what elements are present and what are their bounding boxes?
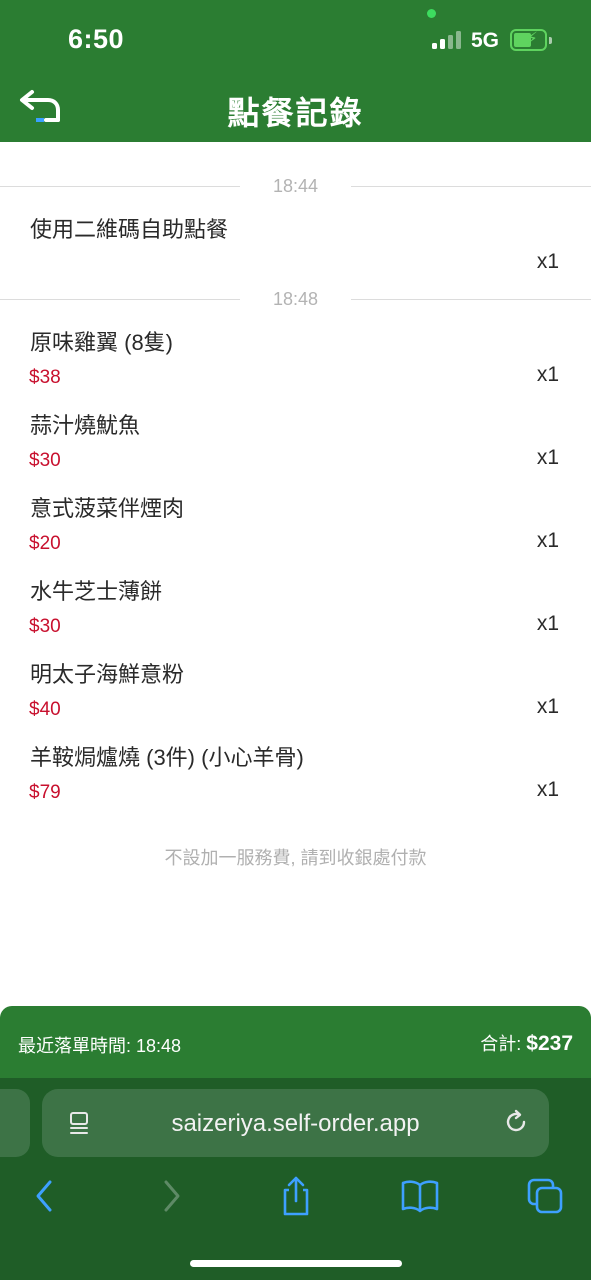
- item-quantity: x1: [536, 363, 559, 386]
- order-item[interactable]: 明太子海鮮意粉 $40 x1: [0, 657, 591, 737]
- order-item[interactable]: 原味雞翼 (8隻) $38 x1: [0, 325, 591, 405]
- item-price: $38: [29, 367, 61, 388]
- item-name: 水牛芝士薄餅: [30, 579, 163, 604]
- previous-tab-peek[interactable]: [0, 1089, 30, 1157]
- item-name: 蒜汁燒魷魚: [30, 413, 141, 438]
- time-divider: 18:44: [0, 174, 591, 198]
- item-name: 使用二維碼自助點餐: [30, 217, 229, 242]
- network-type: 5G: [471, 29, 500, 52]
- share-icon[interactable]: [274, 1174, 318, 1218]
- order-summary-bar: 最近落單時間: 18:48 合計: $237: [0, 1006, 591, 1078]
- item-quantity: x1: [536, 695, 559, 718]
- address-bar[interactable]: saizeriya.self-order.app: [42, 1089, 549, 1157]
- order-item[interactable]: 水牛芝士薄餅 $30 x1: [0, 574, 591, 654]
- url-text: saizeriya.self-order.app: [171, 1110, 420, 1137]
- item-quantity: x1: [536, 612, 559, 635]
- app-header: 點餐記錄: [0, 72, 591, 142]
- item-name: 意式菠菜伴煙肉: [30, 496, 185, 521]
- item-quantity: x1: [536, 778, 559, 801]
- chevron-right-icon[interactable]: [150, 1174, 194, 1218]
- order-item[interactable]: 意式菠菜伴煙肉 $20 x1: [0, 491, 591, 571]
- item-price: $79: [29, 782, 61, 803]
- total-value: $237: [526, 1032, 573, 1055]
- status-time: 6:50: [68, 24, 125, 54]
- last-order-time: 最近落單時間: 18:48: [18, 1036, 182, 1056]
- camera-indicator-dot: [427, 9, 436, 18]
- browser-toolbar: saizeriya.self-order.app: [0, 1078, 591, 1280]
- item-price: $30: [29, 616, 61, 637]
- tabs-icon[interactable]: [524, 1174, 568, 1218]
- chevron-left-icon[interactable]: [22, 1174, 66, 1218]
- battery-charging-icon: ⚡: [510, 29, 552, 51]
- page-title: 點餐記錄: [227, 95, 364, 131]
- item-price: $20: [29, 533, 61, 554]
- service-charge-note: 不設加一服務費, 請到收銀處付款: [164, 848, 427, 868]
- browser-nav-bar: [0, 1174, 591, 1224]
- item-name: 羊鞍焗爐燒 (3件) (小心羊骨): [30, 745, 304, 770]
- item-name: 明太子海鮮意粉: [30, 662, 185, 687]
- order-item[interactable]: 使用二維碼自助點餐 x1: [0, 212, 591, 292]
- order-history-list: 18:44 使用二維碼自助點餐 x1 18:48 原味雞翼 (8隻) $38 x…: [0, 142, 591, 1006]
- status-bar: 6:50 5G ⚡: [0, 0, 591, 72]
- total-label: 合計:: [480, 1034, 522, 1054]
- order-item[interactable]: 羊鞍焗爐燒 (3件) (小心羊骨) $79 x1: [0, 740, 591, 820]
- signal-icon: [432, 30, 462, 49]
- item-price: $30: [29, 450, 61, 471]
- item-name: 原味雞翼 (8隻): [30, 330, 174, 355]
- item-price: $40: [29, 699, 61, 720]
- reload-icon[interactable]: [503, 1109, 529, 1135]
- book-icon[interactable]: [398, 1174, 442, 1218]
- item-quantity: x1: [536, 250, 559, 273]
- item-quantity: x1: [536, 446, 559, 469]
- order-item[interactable]: 蒜汁燒魷魚 $30 x1: [0, 408, 591, 488]
- item-quantity: x1: [536, 529, 559, 552]
- home-indicator[interactable]: [190, 1260, 402, 1267]
- order-total: 合計: $237: [480, 1030, 573, 1056]
- time-divider: 18:48: [0, 287, 591, 311]
